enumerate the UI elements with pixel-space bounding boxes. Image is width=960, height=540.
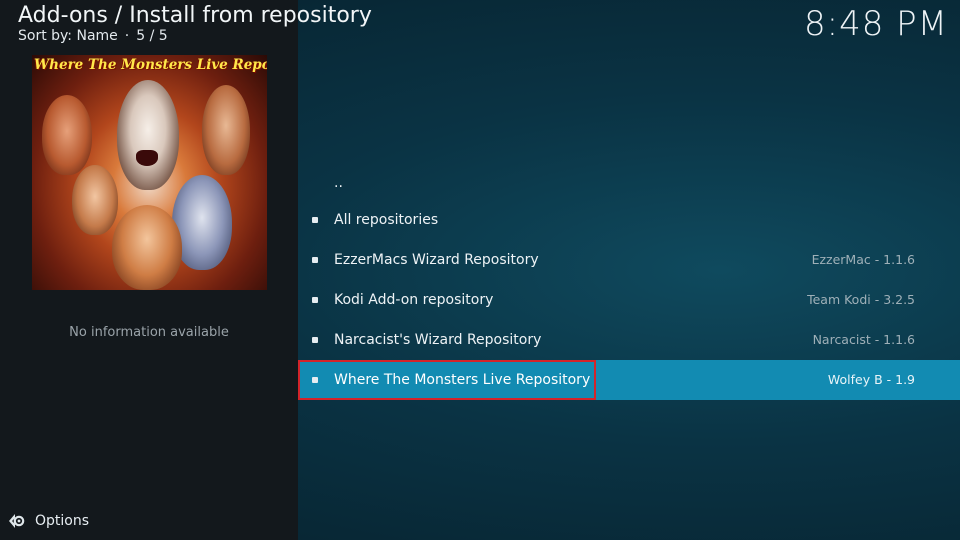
list-item-label: .. [334, 175, 343, 191]
list-item-meta: Wolfey B - 1.9 [827, 372, 915, 387]
artwork-monster-right [202, 85, 250, 175]
list-item-label: Where The Monsters Live Repository [334, 372, 591, 388]
options-button[interactable]: Options [6, 511, 89, 531]
list-item-all-repositories[interactable]: All repositories [298, 200, 960, 240]
list-item-label: All repositories [334, 212, 439, 228]
artwork-monster-bottom [112, 205, 182, 290]
artwork-mouth [136, 150, 158, 166]
artwork-monster-lower-left [72, 165, 118, 235]
list-item-ezzermacs-wizard[interactable]: EzzerMacs Wizard Repository EzzerMac - 1… [298, 240, 960, 280]
options-gear-icon [9, 514, 25, 528]
bullet-icon [312, 337, 318, 343]
repository-list: .. All repositories EzzerMacs Wizard Rep… [298, 0, 960, 540]
list-item-meta: EzzerMac - 1.1.6 [811, 252, 915, 267]
bullet-icon [312, 257, 318, 263]
separator: · [124, 28, 130, 44]
repository-artwork: Where The Monsters Live Repo [32, 55, 267, 290]
info-text: No information available [69, 325, 229, 340]
bullet-icon [312, 297, 318, 303]
list-item-label: Kodi Add-on repository [334, 292, 494, 308]
list-item-meta: Narcacist - 1.1.6 [812, 332, 915, 347]
artwork-monster-left [42, 95, 92, 175]
list-item-where-the-monsters-live[interactable]: Where The Monsters Live Repository Wolfe… [298, 360, 960, 400]
list-item-kodi-addon-repository[interactable]: Kodi Add-on repository Team Kodi - 3.2.5 [298, 280, 960, 320]
list-item-label: EzzerMacs Wizard Repository [334, 252, 539, 268]
bullet-icon [312, 377, 318, 383]
list-item-narcacists-wizard[interactable]: Narcacist's Wizard Repository Narcacist … [298, 320, 960, 360]
list-item-meta: Team Kodi - 3.2.5 [807, 292, 915, 307]
bullet-icon [312, 217, 318, 223]
artwork-monster-center [117, 80, 179, 190]
sort-label[interactable]: Sort by: Name [18, 28, 118, 44]
list-item-parent[interactable]: .. [298, 163, 960, 203]
options-label: Options [35, 513, 90, 529]
sort-status: Sort by: Name · 5 / 5 [18, 28, 168, 44]
item-position: 5 / 5 [136, 28, 168, 44]
artwork-banner-text: Where The Monsters Live Repo [34, 57, 267, 73]
list-item-label: Narcacist's Wizard Repository [334, 332, 542, 348]
